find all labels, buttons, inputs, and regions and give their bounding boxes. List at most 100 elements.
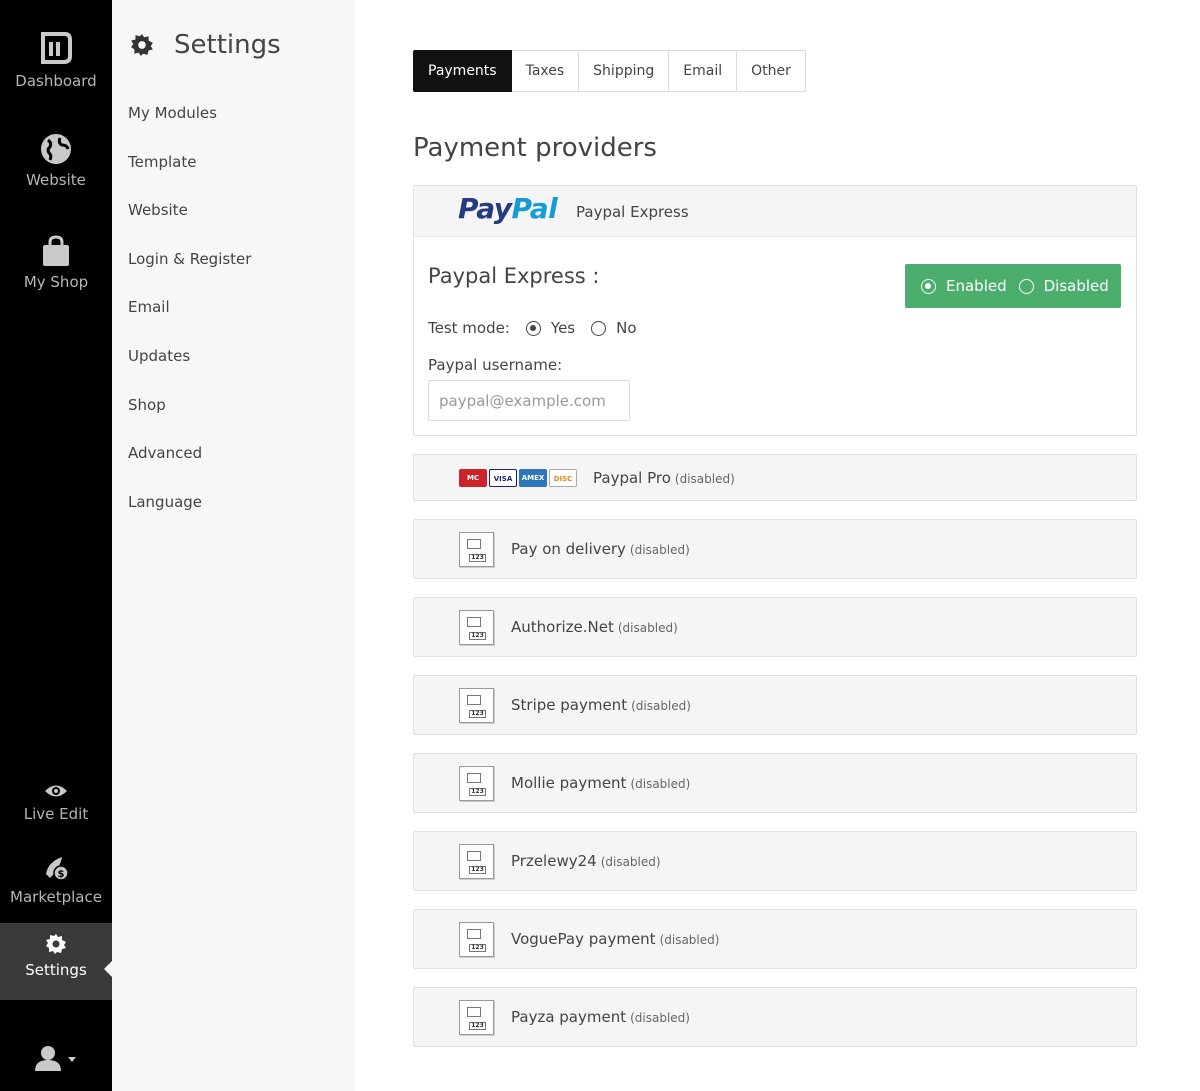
tab-email[interactable]: Email — [669, 50, 738, 92]
test-mode-no-radio[interactable] — [591, 320, 607, 336]
provider-name: Mollie payment — [511, 774, 627, 792]
main-rail: Dashboard Website My Shop Live Edit $ Ma… — [0, 0, 112, 1091]
test-mode-yes-label: Yes — [550, 319, 576, 337]
enabled-label: Enabled — [946, 277, 1007, 295]
paypal-username-input[interactable] — [428, 380, 630, 421]
calculator-icon: 123 — [459, 610, 494, 645]
globe-icon — [41, 134, 71, 164]
rail-myshop-label: My Shop — [23, 273, 89, 291]
rocket-dollar-icon: $ — [46, 857, 69, 881]
provider-name: Payza payment — [511, 1008, 627, 1026]
paypal-express-panel: PayPal Paypal Express Paypal Express : E… — [413, 185, 1137, 436]
calculator-icon: 123 — [459, 766, 494, 801]
visa-icon: VISA — [489, 469, 517, 487]
provider-label: Stripe payment (disabled) — [511, 696, 691, 714]
provider-status: (disabled) — [674, 472, 735, 486]
subnav-list: My Modules Template Website Login & Regi… — [128, 97, 251, 534]
provider-label: Pay on delivery (disabled) — [511, 540, 690, 558]
provider-label: Mollie payment (disabled) — [511, 774, 690, 792]
provider-stripe[interactable]: 123 Stripe payment (disabled) — [413, 675, 1137, 735]
provider-label: Paypal Pro (disabled) — [593, 469, 735, 487]
provider-label: Przelewy24 (disabled) — [511, 852, 661, 870]
credit-cards-icons: MC VISA AMEX DISC — [459, 469, 577, 487]
user-menu[interactable] — [0, 1045, 112, 1075]
provider-status: (disabled) — [617, 621, 678, 635]
tab-payments[interactable]: Payments — [413, 50, 512, 92]
eye-icon — [45, 785, 67, 797]
rail-settings[interactable]: Settings — [0, 923, 112, 1000]
calculator-icon: 123 — [459, 844, 494, 879]
subnav-item-shop[interactable]: Shop — [128, 389, 251, 438]
subnav-header: Settings — [130, 30, 281, 60]
paypal-express-header[interactable]: PayPal Paypal Express — [414, 186, 1136, 237]
settings-tabs: Payments Taxes Shipping Email Other — [413, 50, 1137, 92]
rail-website[interactable]: Website — [0, 133, 112, 189]
provider-voguepay[interactable]: 123 VoguePay payment (disabled) — [413, 909, 1137, 969]
subnav-item-email[interactable]: Email — [128, 291, 251, 340]
disabled-label: Disabled — [1043, 277, 1109, 295]
subnav-item-language[interactable]: Language — [128, 486, 251, 535]
rail-settings-label: Settings — [25, 961, 87, 979]
rail-dashboard[interactable]: Dashboard — [0, 30, 112, 90]
paypal-logo-pal: Pal — [511, 192, 558, 225]
gear-icon — [131, 34, 153, 56]
provider-name: VoguePay payment — [511, 930, 656, 948]
provider-paypal-pro[interactable]: MC VISA AMEX DISC Paypal Pro (disabled) — [413, 454, 1137, 501]
provider-authorize-net[interactable]: 123 Authorize.Net (disabled) — [413, 597, 1137, 657]
rail-myshop[interactable]: My Shop — [0, 235, 112, 291]
subnav-item-website[interactable]: Website — [128, 194, 251, 243]
subnav-item-my-modules[interactable]: My Modules — [128, 97, 251, 146]
calculator-icon: 123 — [459, 1000, 494, 1035]
tab-other[interactable]: Other — [737, 50, 806, 92]
enabled-radio[interactable] — [921, 278, 936, 294]
shopping-bag-icon — [43, 235, 69, 266]
provider-label: VoguePay payment (disabled) — [511, 930, 719, 948]
provider-label: Payza payment (disabled) — [511, 1008, 690, 1026]
settings-subnav: Settings My Modules Template Website Log… — [112, 0, 355, 1091]
calculator-icon: 123 — [459, 532, 494, 567]
provider-payza[interactable]: 123 Payza payment (disabled) — [413, 987, 1137, 1047]
subnav-item-advanced[interactable]: Advanced — [128, 437, 251, 486]
calculator-icon: 123 — [459, 688, 494, 723]
tab-shipping[interactable]: Shipping — [579, 50, 670, 92]
subnav-item-updates[interactable]: Updates — [128, 340, 251, 389]
discover-icon: DISC — [549, 469, 577, 487]
provider-status: (disabled) — [630, 1011, 690, 1025]
test-mode-no-label: No — [616, 319, 637, 337]
test-mode-yes-radio[interactable] — [525, 320, 541, 336]
provider-status: (disabled) — [600, 855, 661, 869]
provider-name: Przelewy24 — [511, 852, 597, 870]
provider-status: (disabled) — [630, 777, 691, 791]
mastercard-icon: MC — [459, 469, 487, 487]
paypal-logo: PayPal — [458, 192, 558, 225]
provider-label: Authorize.Net (disabled) — [511, 618, 678, 636]
provider-pay-on-delivery[interactable]: 123 Pay on delivery (disabled) — [413, 519, 1137, 579]
provider-name: Authorize.Net — [511, 618, 614, 636]
provider-name: Pay on delivery — [511, 540, 626, 558]
user-icon — [35, 1046, 76, 1071]
rail-liveedit-label: Live Edit — [23, 805, 89, 823]
tab-taxes[interactable]: Taxes — [511, 50, 580, 92]
rail-liveedit[interactable]: Live Edit — [0, 783, 112, 823]
paypal-logo-pay: Pay — [458, 192, 512, 225]
test-mode-row: Test mode: Yes No — [428, 319, 653, 337]
disabled-radio[interactable] — [1018, 278, 1034, 294]
rail-marketplace[interactable]: $ Marketplace — [0, 854, 112, 906]
section-title: Payment providers — [413, 133, 657, 163]
main-content: Payments Taxes Shipping Email Other Paym… — [413, 50, 1137, 1047]
test-mode-label: Test mode: — [428, 319, 510, 337]
provider-name: Stripe payment — [511, 696, 628, 714]
subnav-item-login-register[interactable]: Login & Register — [128, 243, 251, 292]
provider-przelewy24[interactable]: 123 Przelewy24 (disabled) — [413, 831, 1137, 891]
subnav-title: Settings — [174, 30, 281, 60]
paypal-username-label: Paypal username: — [428, 356, 563, 374]
subnav-item-template[interactable]: Template — [128, 146, 251, 195]
rail-marketplace-label: Marketplace — [10, 888, 102, 906]
provider-status: (disabled) — [659, 933, 720, 947]
rail-website-label: Website — [26, 171, 86, 189]
provider-mollie[interactable]: 123 Mollie payment (disabled) — [413, 753, 1137, 813]
provider-status: (disabled) — [629, 543, 690, 557]
gear-icon — [46, 934, 66, 954]
paypal-express-title: Paypal Express : — [428, 264, 600, 288]
amex-icon: AMEX — [519, 469, 547, 487]
